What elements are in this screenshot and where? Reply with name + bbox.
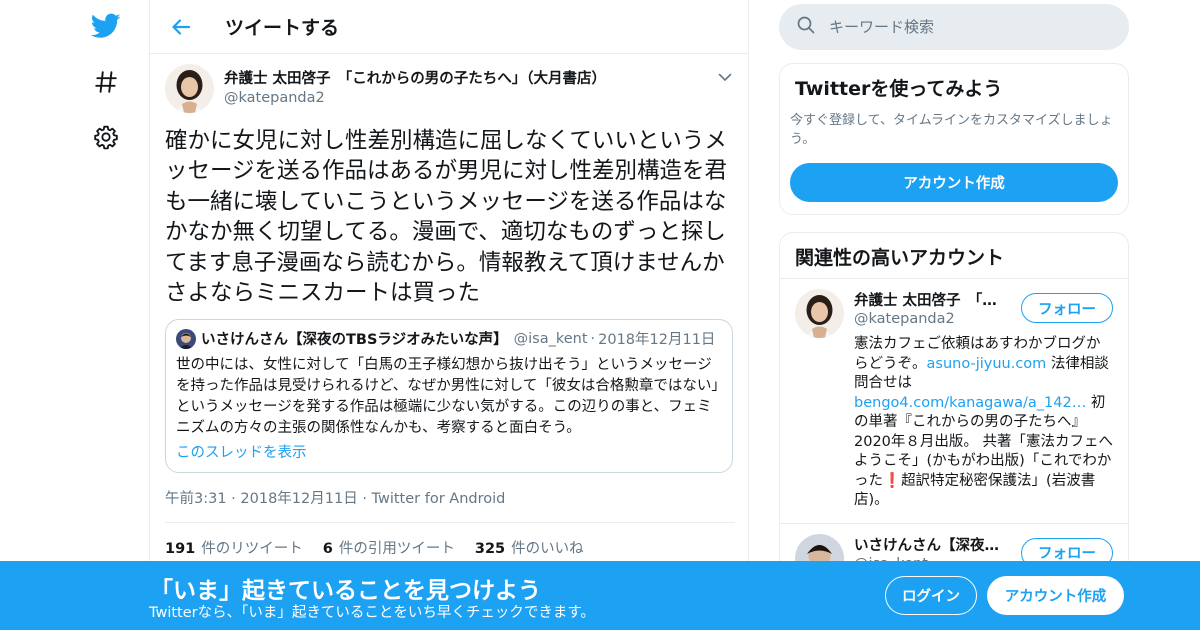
search-box bbox=[779, 4, 1129, 50]
quoted-tweet[interactable]: いさけんさん【深夜のTBSラジオみたいな声】 @isa_kent · 2018年… bbox=[165, 319, 733, 473]
left-nav bbox=[82, 0, 130, 630]
follow-button[interactable]: フォロー bbox=[1021, 293, 1113, 323]
account-item[interactable]: 弁護士 太田啓子 「… @katepanda2 憲法カフェご依頼はあすわかブログ… bbox=[780, 279, 1128, 511]
bottom-signup-banner: 「いま」起きていることを見つけよう Twitterなら、「いま」起きていることを… bbox=[0, 561, 1200, 630]
signup-card: Twitterを使ってみよう 今すぐ登録して、タイムラインをカスタマイズしましょ… bbox=[779, 63, 1129, 215]
twitter-bird-icon[interactable] bbox=[90, 10, 122, 42]
related-accounts-title: 関連性の高いアカウント bbox=[780, 233, 1128, 279]
author-text: 弁護士 太田啓子 「これからの男の子たちへ」（大月書店） @katepanda2 bbox=[224, 67, 606, 106]
bio-link[interactable]: asuno-jiyuu.com bbox=[927, 356, 1047, 372]
back-arrow-icon[interactable] bbox=[170, 16, 192, 38]
tweet-stats: 191 件のリツイート 6 件の引用ツイート 325 件のいいね bbox=[165, 523, 733, 558]
quoted-tweet-text: 世の中には、女性に対して「白馬の王子様幻想から抜け出そう」というメッセージを持っ… bbox=[176, 357, 719, 436]
signup-card-title: Twitterを使ってみよう bbox=[795, 78, 1003, 100]
account-avatar[interactable] bbox=[795, 289, 844, 338]
tweet-date[interactable]: 2018年12月11日 bbox=[240, 491, 357, 507]
related-accounts-card: 関連性の高いアカウント 弁護士 太田啓子 「… @katepanda2 憲法カフ… bbox=[779, 232, 1129, 572]
exclamation-emoji-icon: ❗ bbox=[883, 472, 902, 489]
search-input[interactable] bbox=[829, 18, 1089, 36]
separator-dot: · bbox=[231, 490, 241, 507]
quoted-author-avatar bbox=[176, 328, 196, 349]
banner-subtitle: Twitterなら、「いま」起きていることをいち早くチェックできます。 bbox=[149, 605, 595, 621]
login-button[interactable]: ログイン bbox=[885, 576, 977, 615]
author-avatar[interactable] bbox=[165, 64, 214, 113]
separator-dot: · bbox=[362, 490, 372, 507]
show-thread-link[interactable]: このスレッドを表示 bbox=[176, 441, 307, 462]
search-icon bbox=[797, 16, 815, 38]
main-column: ツイートする 弁護士 太田啓子 「これからの男の子たちへ」（大月書店） @kat… bbox=[149, 0, 749, 630]
account-name[interactable]: 弁護士 太田啓子 「… bbox=[854, 289, 1014, 310]
hashtag-explore-icon[interactable] bbox=[90, 66, 122, 98]
quoted-author-handle: @isa_kent bbox=[513, 330, 588, 347]
retweet-count[interactable]: 191 件のリツイート bbox=[165, 537, 303, 558]
settings-gear-icon[interactable] bbox=[90, 121, 122, 153]
author-handle[interactable]: @katepanda2 bbox=[224, 90, 606, 106]
tweet-time[interactable]: 午前3:31 bbox=[165, 491, 227, 507]
quote-tweet-count[interactable]: 6 件の引用ツイート bbox=[323, 537, 455, 558]
main-header: ツイートする bbox=[150, 0, 748, 54]
bio-link[interactable]: bengo4.com/kanagawa/a_142… bbox=[854, 395, 1086, 411]
create-account-button[interactable]: アカウント作成 bbox=[790, 163, 1118, 202]
tweet-text: 確かに女児に対し性差別構造に屈しなくていいというメッセージを送る作品はあるが男児… bbox=[165, 128, 728, 307]
quoted-tweet-date: 2018年12月11日 bbox=[598, 332, 716, 349]
account-bio: 憲法カフェご依頼はあすわかブログからどうぞ。asuno-jiyuu.com 法律… bbox=[854, 336, 1114, 508]
tweet-metadata: 午前3:31 · 2018年12月11日 · Twitter for Andro… bbox=[165, 487, 735, 523]
account-name[interactable]: いさけんさん【深夜… bbox=[854, 534, 1014, 555]
signup-card-subtitle: 今すぐ登録して、タイムラインをカスタマイズしましょう。 bbox=[790, 113, 1113, 147]
tweet-detail: 弁護士 太田啓子 「これからの男の子たちへ」（大月書店） @katepanda2… bbox=[150, 54, 748, 558]
chevron-down-icon[interactable] bbox=[716, 68, 734, 86]
tweet-author-row: 弁護士 太田啓子 「これからの男の子たちへ」（大月書店） @katepanda2 bbox=[165, 64, 733, 113]
author-name[interactable]: 弁護士 太田啓子 「これからの男の子たちへ」（大月書店） bbox=[224, 67, 606, 88]
right-sidebar: Twitterを使ってみよう 今すぐ登録して、タイムラインをカスタマイズしましょ… bbox=[779, 0, 1129, 572]
banner-create-account-button[interactable]: アカウント作成 bbox=[987, 576, 1124, 615]
separator-dot: · bbox=[590, 330, 596, 347]
quoted-author-name: いさけんさん【深夜のTBSラジオみたいな声】 bbox=[201, 332, 508, 349]
tweet-source[interactable]: Twitter for Android bbox=[372, 491, 506, 507]
quoted-tweet-header: いさけんさん【深夜のTBSラジオみたいな声】 @isa_kent · 2018年… bbox=[176, 328, 722, 349]
like-count[interactable]: 325 件のいいね bbox=[475, 537, 584, 558]
banner-title: 「いま」起きていることを見つけよう bbox=[150, 578, 541, 604]
page-title: ツイートする bbox=[225, 17, 340, 39]
